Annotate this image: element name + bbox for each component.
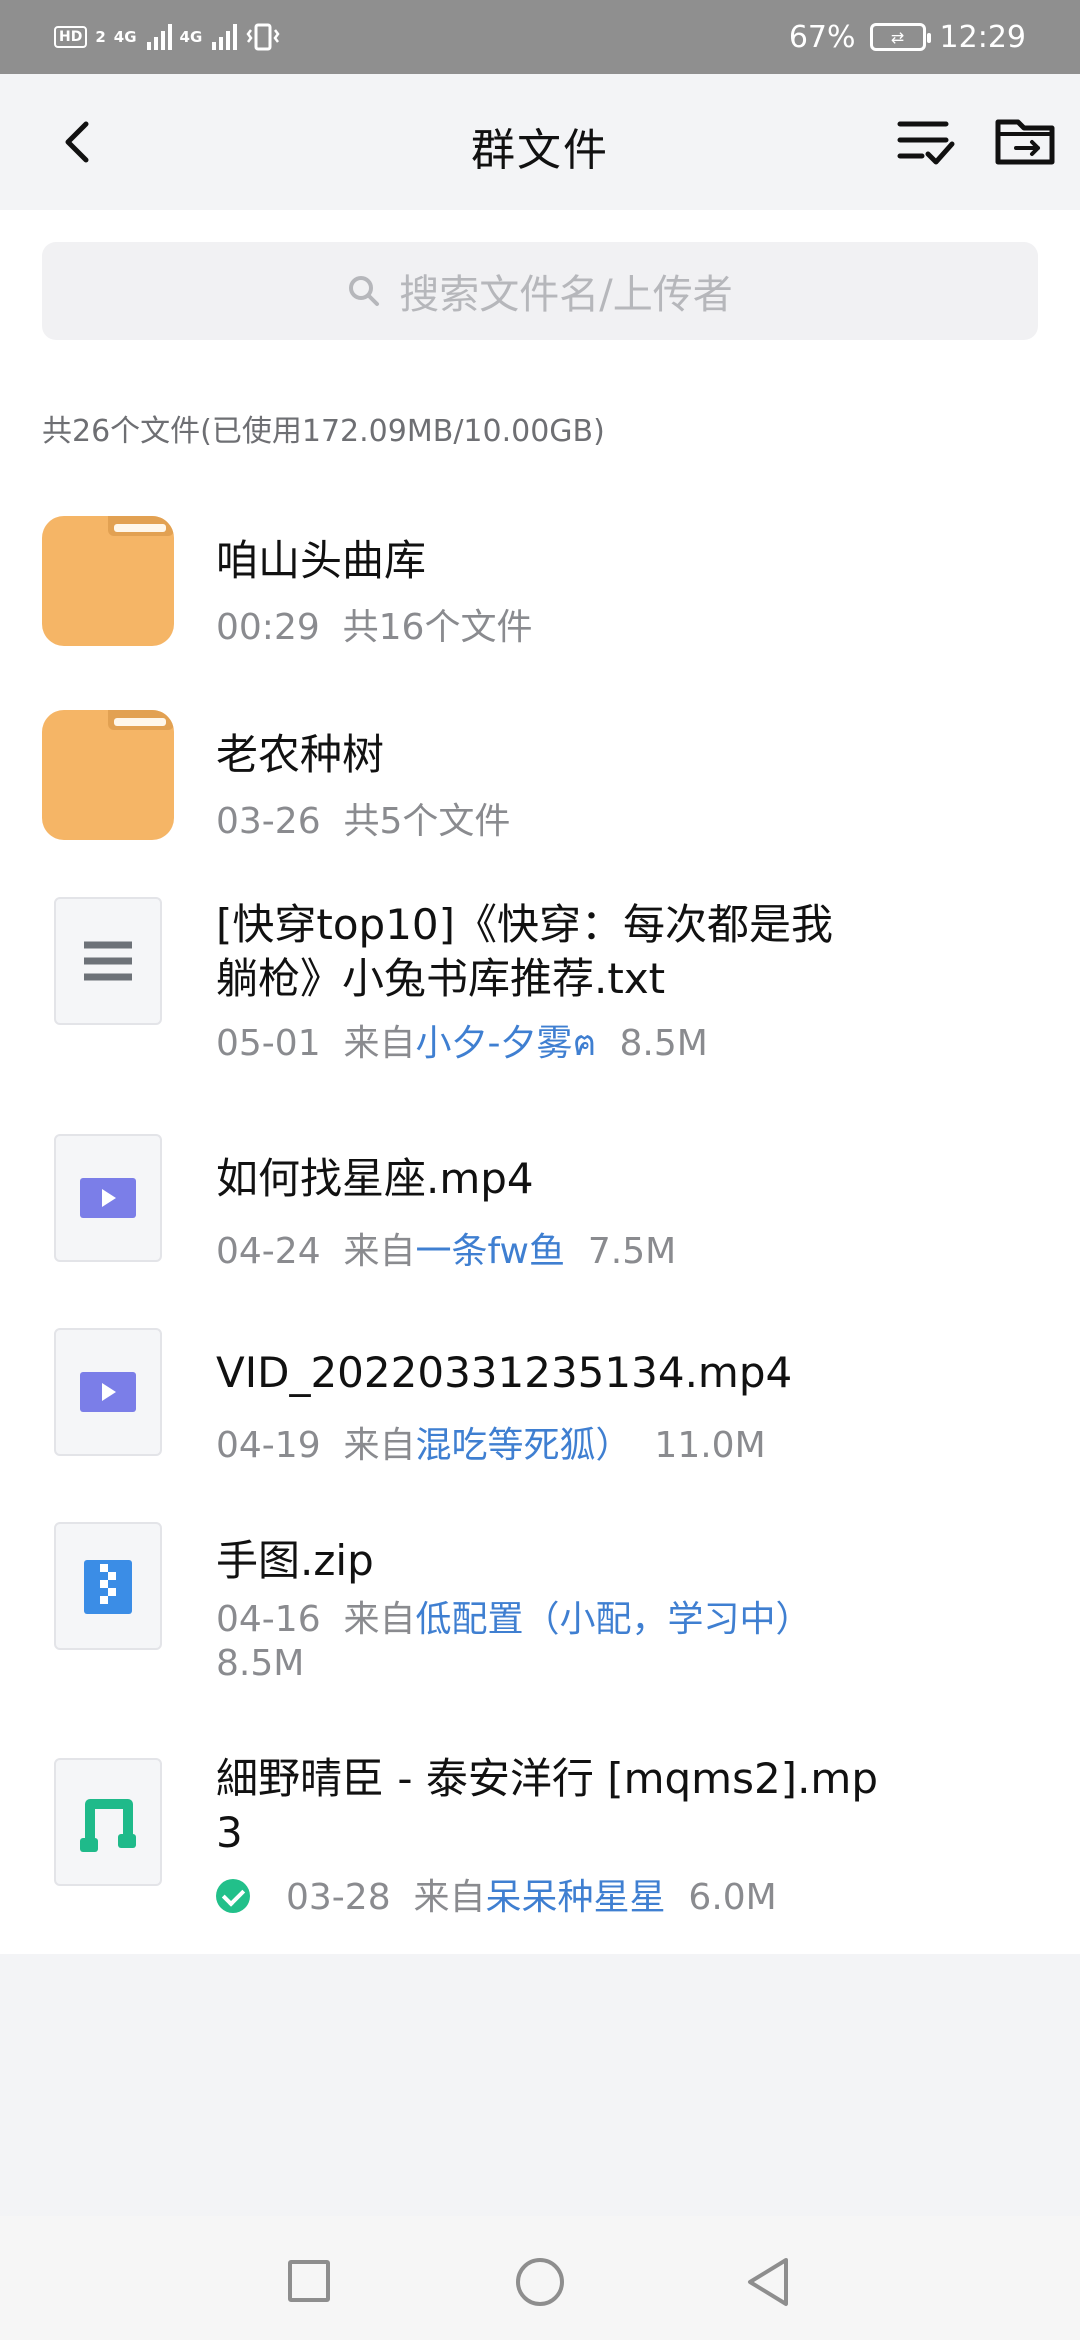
file-meta: 04-16 来自低配置（小配，学习中） 8.5M xyxy=(216,1598,812,1686)
file-size: 7.5M xyxy=(587,1231,677,1272)
signal-icon-2 xyxy=(212,24,238,50)
storage-summary: 共26个文件(已使用172.09MB/10.00GB) xyxy=(42,414,605,449)
list-item[interactable]: VID_20220331235134.mp4 04-19 来自混吃等死狐） 11… xyxy=(0,1324,1080,1484)
text-file-icon xyxy=(54,897,162,1025)
file-size: 6.0M xyxy=(688,1877,777,1918)
audio-file-icon xyxy=(54,1758,162,1886)
file-size: 8.5M xyxy=(619,1023,708,1064)
system-navigation-bar xyxy=(0,2216,1080,2340)
file-name-line-1: [快穿top10]《快穿：每次都是我 xyxy=(216,900,834,949)
list-item[interactable]: 手图.zip 04-16 来自低配置（小配，学习中） 8.5M xyxy=(0,1518,1080,1718)
uploader-link[interactable]: 一条fw鱼 xyxy=(416,1231,566,1272)
clock: 12:29 xyxy=(939,19,1026,55)
signal-icon-1 xyxy=(146,24,172,50)
file-name: VID_20220331235134.mp4 xyxy=(216,1348,793,1397)
file-size: 8.5M xyxy=(216,1643,305,1684)
file-meta: 03-28 来自呆呆种星星 6.0M xyxy=(216,1868,777,1920)
music-note-icon xyxy=(80,1799,136,1852)
from-label: 来自 xyxy=(343,1599,416,1640)
search-icon xyxy=(349,276,380,306)
battery-charging-icon: ⇄ xyxy=(869,23,931,51)
zip-file-icon xyxy=(54,1522,162,1650)
file-date: 04-24 xyxy=(216,1231,321,1272)
file-name: 細野晴臣 - 泰安洋行 [mqms2].mp 3 xyxy=(216,1752,936,1860)
file-count: 共5个文件 xyxy=(343,801,511,842)
uploader-link[interactable]: 混吃等死狐） xyxy=(416,1425,632,1466)
text-lines-icon xyxy=(84,941,132,981)
file-name: 老农种树 xyxy=(216,730,385,779)
file-name: 如何找星座.mp4 xyxy=(216,1154,534,1203)
file-meta: 05-01 来自小夕-夕雾ฅ 8.5M xyxy=(216,1014,708,1071)
battery-percent: 67% xyxy=(788,19,856,55)
network-type-2: 4G xyxy=(179,27,203,46)
multi-select-icon[interactable] xyxy=(896,112,956,172)
recent-apps-icon[interactable] xyxy=(288,2260,330,2302)
file-date: 03-26 xyxy=(216,801,321,842)
file-meta: 03-26 共5个文件 xyxy=(216,792,510,844)
from-label: 来自 xyxy=(413,1877,486,1918)
list-item[interactable]: [快穿top10]《快穿：每次都是我 躺枪》小兔书库推荐.txt 05-01 来… xyxy=(0,890,1080,1090)
from-label: 来自 xyxy=(343,1023,416,1064)
file-name-line-2: 3 xyxy=(216,1808,243,1857)
file-meta: 04-19 来自混吃等死狐） 11.0M xyxy=(216,1416,766,1468)
folder-icon xyxy=(42,710,174,840)
uploader-link[interactable]: 小夕-夕雾ฅ xyxy=(416,1023,597,1064)
network-type-1: 4G xyxy=(113,27,137,46)
status-left: HD 2 4G 4G xyxy=(54,22,281,52)
downloaded-check-icon xyxy=(216,1879,250,1913)
play-icon xyxy=(80,1372,136,1412)
file-count: 共16个文件 xyxy=(342,607,533,648)
file-name-line-1: 細野晴臣 - 泰安洋行 [mqms2].mp xyxy=(216,1754,878,1803)
file-name-line-2: 躺枪》小兔书库推荐.txt xyxy=(216,954,666,1003)
file-date: 03-28 xyxy=(286,1877,391,1918)
file-name: 咱山头曲库 xyxy=(216,536,427,585)
folder-icon xyxy=(42,516,174,646)
video-file-icon xyxy=(54,1134,162,1262)
file-meta: 04-24 来自一条fw鱼 7.5M xyxy=(216,1222,676,1274)
search-input[interactable]: 搜索文件名/上传者 xyxy=(42,242,1038,340)
list-item[interactable]: 咱山头曲库 00:29 共16个文件 xyxy=(0,506,1080,666)
uploader-link[interactable]: 呆呆种星星 xyxy=(486,1877,666,1918)
vibrate-icon xyxy=(246,23,280,51)
play-icon xyxy=(80,1178,136,1218)
file-list-panel: 搜索文件名/上传者 共26个文件(已使用172.09MB/10.00GB) 咱山… xyxy=(0,210,1080,1954)
empty-area xyxy=(0,1954,1080,2216)
file-name: [快穿top10]《快穿：每次都是我 躺枪》小兔书库推荐.txt xyxy=(216,898,936,1006)
back-nav-icon[interactable] xyxy=(744,2256,792,2308)
status-right: 67% ⇄ 12:29 xyxy=(789,20,1026,55)
status-bar: HD 2 4G 4G 67% ⇄ 12:29 xyxy=(0,0,1080,74)
hd-badge: HD xyxy=(54,26,88,48)
list-item[interactable]: 細野晴臣 - 泰安洋行 [mqms2].mp 3 03-28 来自呆呆种星星 6… xyxy=(0,1746,1080,1946)
home-icon[interactable] xyxy=(516,2258,564,2306)
file-date: 00:29 xyxy=(216,607,320,648)
archive-icon xyxy=(84,1560,132,1614)
sim-number: 2 xyxy=(95,27,106,46)
folder-move-icon[interactable] xyxy=(994,112,1058,172)
list-item[interactable]: 如何找星座.mp4 04-24 来自一条fw鱼 7.5M xyxy=(0,1130,1080,1290)
file-meta: 00:29 共16个文件 xyxy=(216,598,532,650)
file-size: 11.0M xyxy=(654,1425,766,1466)
from-label: 来自 xyxy=(343,1425,416,1466)
file-name: 手图.zip xyxy=(216,1536,374,1585)
file-date: 04-16 xyxy=(216,1599,321,1640)
file-date: 05-01 xyxy=(216,1023,321,1064)
search-placeholder: 搜索文件名/上传者 xyxy=(399,272,733,318)
list-item[interactable]: 老农种树 03-26 共5个文件 xyxy=(0,700,1080,860)
file-date: 04-19 xyxy=(216,1425,321,1466)
app-header: 群文件 xyxy=(0,74,1080,210)
uploader-link[interactable]: 低配置（小配，学习中） xyxy=(416,1599,812,1640)
video-file-icon xyxy=(54,1328,162,1456)
from-label: 来自 xyxy=(343,1231,416,1272)
